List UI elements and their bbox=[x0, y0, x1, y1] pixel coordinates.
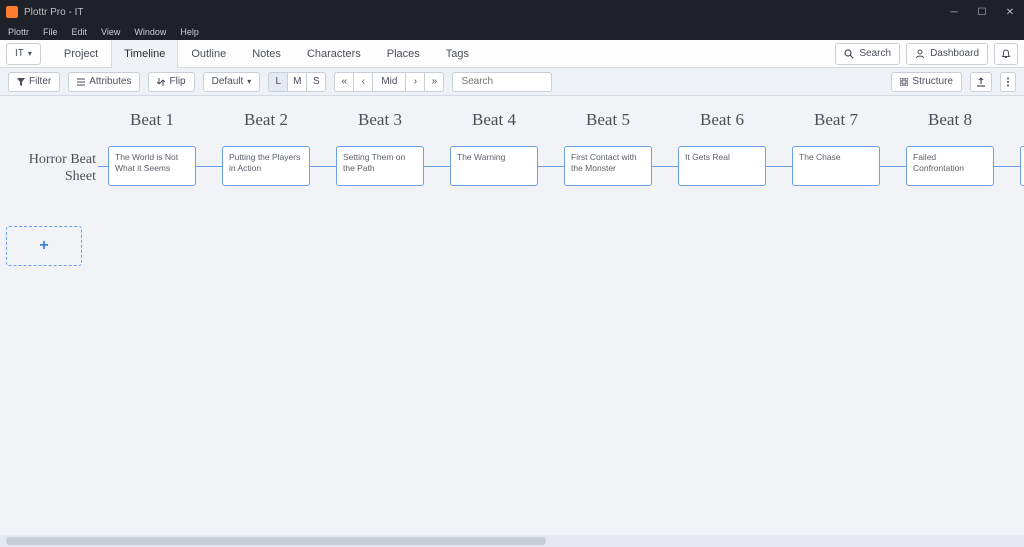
connector-line bbox=[424, 166, 450, 167]
connector-line bbox=[310, 166, 336, 167]
flip-button[interactable]: Flip bbox=[148, 72, 194, 92]
nav-prev[interactable]: ‹ bbox=[353, 72, 373, 92]
tab-notes[interactable]: Notes bbox=[239, 40, 294, 68]
structure-button-label: Structure bbox=[912, 76, 953, 87]
book-selector[interactable]: IT ▾ bbox=[6, 43, 41, 65]
beat-header[interactable]: Beat 8 bbox=[893, 110, 1007, 130]
tab-places[interactable]: Places bbox=[374, 40, 433, 68]
connector-line bbox=[766, 166, 792, 167]
plus-icon: + bbox=[39, 237, 48, 255]
menu-view[interactable]: View bbox=[97, 27, 124, 37]
attributes-button-label: Attributes bbox=[89, 76, 131, 87]
beat-header[interactable]: Beat 4 bbox=[437, 110, 551, 130]
book-selector-label: IT bbox=[15, 48, 24, 59]
timeline-row: Horror Beat Sheet The World is Not What … bbox=[0, 146, 1024, 206]
add-row-button[interactable]: + bbox=[6, 226, 82, 266]
kebab-icon bbox=[1006, 77, 1010, 87]
scene-card[interactable]: Setting Them on the Path bbox=[336, 146, 424, 186]
filter-button[interactable]: Filter bbox=[8, 72, 60, 92]
nav-mid[interactable]: Mid bbox=[372, 72, 406, 92]
scene-card[interactable]: Putting the Players in Action bbox=[222, 146, 310, 186]
chevron-down-icon: ▾ bbox=[247, 77, 251, 86]
scene-card[interactable]: The Chase bbox=[792, 146, 880, 186]
nav-group: « ‹ Mid › » bbox=[334, 72, 444, 92]
layout-dropdown-label: Default bbox=[212, 76, 244, 87]
search-button-label: Search bbox=[859, 48, 891, 59]
export-icon bbox=[976, 77, 986, 87]
connector-line bbox=[538, 166, 564, 167]
export-button[interactable] bbox=[970, 72, 992, 92]
tab-project[interactable]: Project bbox=[51, 40, 111, 68]
structure-button[interactable]: Structure bbox=[891, 72, 962, 92]
maximize-button[interactable]: ☐ bbox=[968, 0, 996, 24]
dashboard-button[interactable]: Dashboard bbox=[906, 43, 988, 65]
beat-header[interactable]: Beat 5 bbox=[551, 110, 665, 130]
dashboard-button-label: Dashboard bbox=[930, 48, 979, 59]
tab-outline[interactable]: Outline bbox=[178, 40, 239, 68]
notifications-button[interactable] bbox=[994, 43, 1018, 65]
layout-dropdown[interactable]: Default ▾ bbox=[203, 72, 261, 92]
top-nav: IT ▾ Project Timeline Outline Notes Char… bbox=[0, 40, 1024, 68]
zoom-group: L M S bbox=[268, 72, 326, 92]
tab-timeline[interactable]: Timeline bbox=[111, 40, 178, 68]
connector-line bbox=[98, 166, 108, 167]
filter-icon bbox=[17, 78, 25, 86]
window-title: Plottr Pro - IT bbox=[24, 7, 83, 18]
more-button[interactable] bbox=[1000, 72, 1016, 92]
scene-card[interactable]: Failed Confrontation bbox=[906, 146, 994, 186]
scrollbar-thumb[interactable] bbox=[6, 537, 546, 545]
scene-card[interactable]: First Contact with the Monster bbox=[564, 146, 652, 186]
beat-header[interactable]: Beat 3 bbox=[323, 110, 437, 130]
timeline-canvas[interactable]: Beat 1Beat 2Beat 3Beat 4Beat 5Beat 6Beat… bbox=[0, 96, 1024, 535]
user-icon bbox=[915, 49, 925, 59]
close-button[interactable]: ✕ bbox=[996, 0, 1024, 24]
tab-characters[interactable]: Characters bbox=[294, 40, 374, 68]
search-button[interactable]: Search bbox=[835, 43, 900, 65]
menu-file[interactable]: File bbox=[39, 27, 62, 37]
filter-button-label: Filter bbox=[29, 76, 51, 87]
beat-header[interactable]: Beat 2 bbox=[209, 110, 323, 130]
zoom-medium[interactable]: M bbox=[287, 72, 307, 92]
menu-window[interactable]: Window bbox=[130, 27, 170, 37]
beat-headers: Beat 1Beat 2Beat 3Beat 4Beat 5Beat 6Beat… bbox=[0, 96, 1024, 146]
tab-tags[interactable]: Tags bbox=[433, 40, 482, 68]
row-label[interactable]: Horror Beat Sheet bbox=[6, 152, 96, 186]
beat-header[interactable]: Beat 1 bbox=[95, 110, 209, 130]
connector-line bbox=[994, 166, 1020, 167]
nav-first[interactable]: « bbox=[334, 72, 354, 92]
zoom-large[interactable]: L bbox=[268, 72, 288, 92]
search-icon bbox=[844, 49, 854, 59]
window-titlebar: Plottr Pro - IT ─ ☐ ✕ bbox=[0, 0, 1024, 24]
connector-line bbox=[652, 166, 678, 167]
connector-line bbox=[196, 166, 222, 167]
list-icon bbox=[77, 78, 85, 86]
grid-icon bbox=[900, 78, 908, 86]
minimize-button[interactable]: ─ bbox=[940, 0, 968, 24]
beat-header[interactable]: Beat 7 bbox=[779, 110, 893, 130]
menu-plottr[interactable]: Plottr bbox=[4, 27, 33, 37]
flip-button-label: Flip bbox=[169, 76, 185, 87]
scene-card[interactable] bbox=[1020, 146, 1024, 186]
nav-last[interactable]: » bbox=[424, 72, 444, 92]
search-input[interactable] bbox=[452, 72, 552, 92]
horizontal-scrollbar[interactable] bbox=[0, 535, 1024, 547]
attributes-button[interactable]: Attributes bbox=[68, 72, 140, 92]
menu-edit[interactable]: Edit bbox=[68, 27, 92, 37]
app-menubar: Plottr File Edit View Window Help bbox=[0, 24, 1024, 40]
zoom-small[interactable]: S bbox=[306, 72, 326, 92]
connector-line bbox=[880, 166, 906, 167]
scene-card[interactable]: It Gets Real bbox=[678, 146, 766, 186]
bell-icon bbox=[1001, 49, 1011, 59]
app-icon bbox=[6, 6, 18, 18]
chevron-down-icon: ▾ bbox=[28, 49, 32, 58]
nav-next[interactable]: › bbox=[405, 72, 425, 92]
flip-icon bbox=[157, 78, 165, 86]
menu-help[interactable]: Help bbox=[176, 27, 203, 37]
beat-header[interactable]: Beat 6 bbox=[665, 110, 779, 130]
scene-card[interactable]: The World is Not What it Seems bbox=[108, 146, 196, 186]
toolbar: Filter Attributes Flip Default ▾ L M S «… bbox=[0, 68, 1024, 96]
scene-card[interactable]: The Warning bbox=[450, 146, 538, 186]
